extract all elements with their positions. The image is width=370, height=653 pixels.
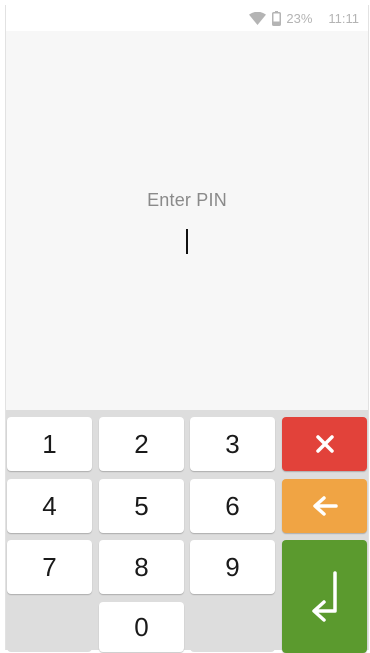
text-cursor <box>186 229 188 254</box>
arrow-left-icon <box>312 496 338 516</box>
enter-button[interactable] <box>282 540 367 653</box>
key-4[interactable]: 4 <box>7 479 92 533</box>
key-6[interactable]: 6 <box>190 479 275 533</box>
key-5[interactable]: 5 <box>99 479 184 533</box>
keypad: 1 2 3 4 5 6 7 8 9 0 <box>6 410 368 653</box>
blank-key-left <box>7 602 92 652</box>
pin-label: Enter PIN <box>147 190 227 210</box>
clear-button[interactable] <box>282 417 367 471</box>
battery-icon <box>272 10 282 26</box>
close-icon <box>315 435 334 453</box>
clock: 11:11 <box>328 10 359 26</box>
key-9[interactable]: 9 <box>190 540 275 594</box>
key-2[interactable]: 2 <box>99 417 184 471</box>
pin-screen: 23% 11:11 Enter PIN 1 2 3 4 5 6 7 8 9 0 <box>5 5 369 653</box>
key-1[interactable]: 1 <box>7 417 92 471</box>
enter-return-icon <box>311 570 337 622</box>
key-0[interactable]: 0 <box>99 602 184 652</box>
backspace-button[interactable] <box>282 479 367 533</box>
key-3[interactable]: 3 <box>190 417 275 471</box>
blank-key-right <box>190 602 275 652</box>
status-bar: 23% 11:11 <box>6 5 368 31</box>
pin-entry-area: Enter PIN <box>6 31 368 411</box>
pin-input[interactable] <box>117 228 261 256</box>
key-8[interactable]: 8 <box>99 540 184 594</box>
wifi-icon <box>249 11 267 25</box>
battery-percent: 23% <box>286 10 313 26</box>
key-7[interactable]: 7 <box>7 540 92 594</box>
